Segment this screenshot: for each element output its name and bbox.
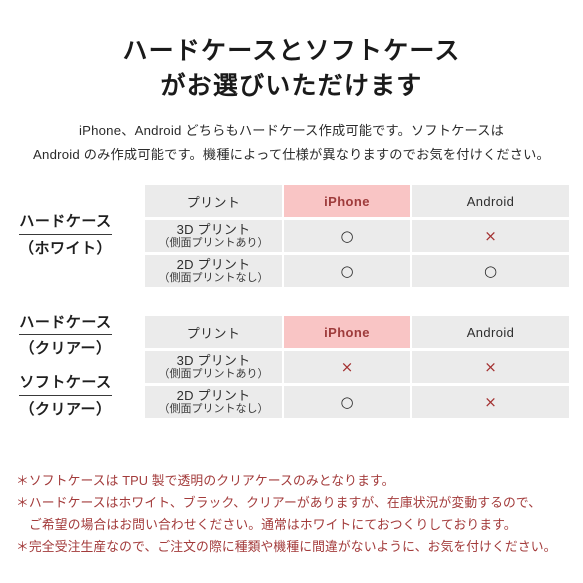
- table-2-row-1-label: 3D プリント （側面プリントあり）: [145, 351, 282, 383]
- description-line-1: iPhone、Android どちらもハードケース作成可能です。ソフトケースは: [78, 123, 505, 138]
- footer-note-3: ＊完全受注生産なので、ご注文の際に種類や機種に間違がないように、お気を付けくださ…: [16, 539, 557, 554]
- table-1-row-2-iphone: ○: [284, 255, 410, 287]
- table-1-header-print: プリント: [145, 185, 282, 217]
- table-row: 2D プリント （側面プリントなし） ○ ○: [145, 255, 569, 287]
- row-label-line-2: （側面プリントあり）: [158, 237, 269, 250]
- table-row: 2D プリント （側面プリントなし） ○ ×: [145, 386, 569, 418]
- row-label-line-1: 3D プリント: [176, 352, 251, 368]
- table-2-row-2-android: ×: [412, 386, 569, 418]
- footer-notes: ＊ソフトケースは TPU 製で透明のクリアケースのみとなります。 ＊ハードケース…: [16, 470, 576, 558]
- product-info-page: ハードケースとソフトケース がお選びいただけます iPhone、Android …: [0, 0, 583, 583]
- description-line-2: Android のみ作成可能です。機種によって仕様が異なりますのでお気を付けくだ…: [33, 147, 550, 163]
- footer-note-2: ＊ハードケースはホワイト、ブラック、クリアーがありますが、在庫状況が変動するので…: [16, 495, 542, 510]
- label-softcase-clear-main: ソフトケース: [19, 374, 112, 396]
- page-title-line-2: がお選びいただけます: [160, 71, 423, 100]
- label-group-hardcase-clear: ハードケース （クリアー）: [0, 314, 131, 361]
- table-2-header-print: プリント: [145, 316, 282, 348]
- table-row-header: プリント iPhone Android: [145, 185, 569, 217]
- availability-mark: ×: [340, 358, 354, 376]
- row-label-line-1: 2D プリント: [176, 256, 251, 272]
- availability-mark: ×: [484, 393, 497, 411]
- table-2-header-android: Android: [412, 316, 569, 348]
- compatibility-table-clear: ハードケース （クリアー） ソフトケース （クリアー） プリント iPhone …: [0, 313, 583, 421]
- availability-mark: ○: [340, 227, 354, 245]
- page-title-line-1: ハードケースとソフトケース: [122, 37, 461, 65]
- description: iPhone、Android どちらもハードケース作成可能です。ソフトケースは …: [0, 119, 583, 168]
- availability-mark: ○: [483, 262, 498, 280]
- label-hardcase-clear-sub: （クリアー）: [19, 340, 112, 358]
- table-2-row-2-label: 2D プリント （側面プリントなし）: [145, 386, 282, 418]
- footer-note-2-continued: ご希望の場合はお問い合わせください。通常はホワイトにておつくりしております。: [29, 517, 517, 532]
- label-hardcase-clear-main: ハードケース: [19, 314, 112, 336]
- table-1-row-1-iphone: ○: [284, 220, 410, 252]
- table-2: プリント iPhone Android 3D プリント （側面プリントあり） ×…: [143, 313, 571, 421]
- label-softcase-clear-sub: （クリアー）: [19, 400, 112, 418]
- table-2-row-1-iphone: ×: [284, 351, 410, 383]
- table-row: 3D プリント （側面プリントあり） ○ ×: [145, 220, 569, 252]
- table-2-row-2-iphone: ○: [284, 386, 410, 418]
- availability-mark: ×: [484, 227, 497, 245]
- label-hardcase-main: ハードケース: [19, 213, 112, 235]
- availability-mark: ○: [340, 393, 354, 411]
- row-label-line-1: 2D プリント: [176, 387, 251, 403]
- label-group-softcase-clear: ソフトケース （クリアー）: [0, 374, 131, 421]
- row-label-line-2: （側面プリントなし）: [158, 272, 269, 285]
- label-group-hardcase-white: ハードケース （ホワイト）: [0, 213, 131, 260]
- table-row: 3D プリント （側面プリントあり） × ×: [145, 351, 569, 383]
- row-label-line-1: 3D プリント: [176, 221, 251, 237]
- table-1: プリント iPhone Android 3D プリント （側面プリントあり） ○…: [143, 182, 571, 290]
- table-1-row-labels: ハードケース （ホワイト）: [0, 213, 143, 260]
- page-title: ハードケースとソフトケース がお選びいただけます: [0, 0, 583, 103]
- table-2-row-labels: ハードケース （クリアー） ソフトケース （クリアー）: [0, 314, 143, 421]
- availability-mark: ○: [340, 262, 354, 280]
- table-1-row-1-android: ×: [412, 220, 569, 252]
- label-hardcase-sub: （ホワイト）: [18, 239, 112, 257]
- table-1-header-iphone: iPhone: [284, 185, 410, 217]
- availability-mark: ×: [484, 358, 497, 376]
- row-label-line-2: （側面プリントあり）: [158, 368, 269, 381]
- compatibility-table-hardcase-white: ハードケース （ホワイト） プリント iPhone Android 3D プリン…: [0, 182, 583, 290]
- table-row-header: プリント iPhone Android: [145, 316, 569, 348]
- table-1-row-2-android: ○: [412, 255, 569, 287]
- table-2-header-iphone: iPhone: [284, 316, 410, 348]
- footer-note-1: ＊ソフトケースは TPU 製で透明のクリアケースのみとなります。: [16, 473, 395, 488]
- row-label-line-2: （側面プリントなし）: [158, 403, 269, 416]
- table-1-header-android: Android: [412, 185, 569, 217]
- table-2-row-1-android: ×: [412, 351, 569, 383]
- table-1-row-2-label: 2D プリント （側面プリントなし）: [145, 255, 282, 287]
- table-1-row-1-label: 3D プリント （側面プリントあり）: [145, 220, 282, 252]
